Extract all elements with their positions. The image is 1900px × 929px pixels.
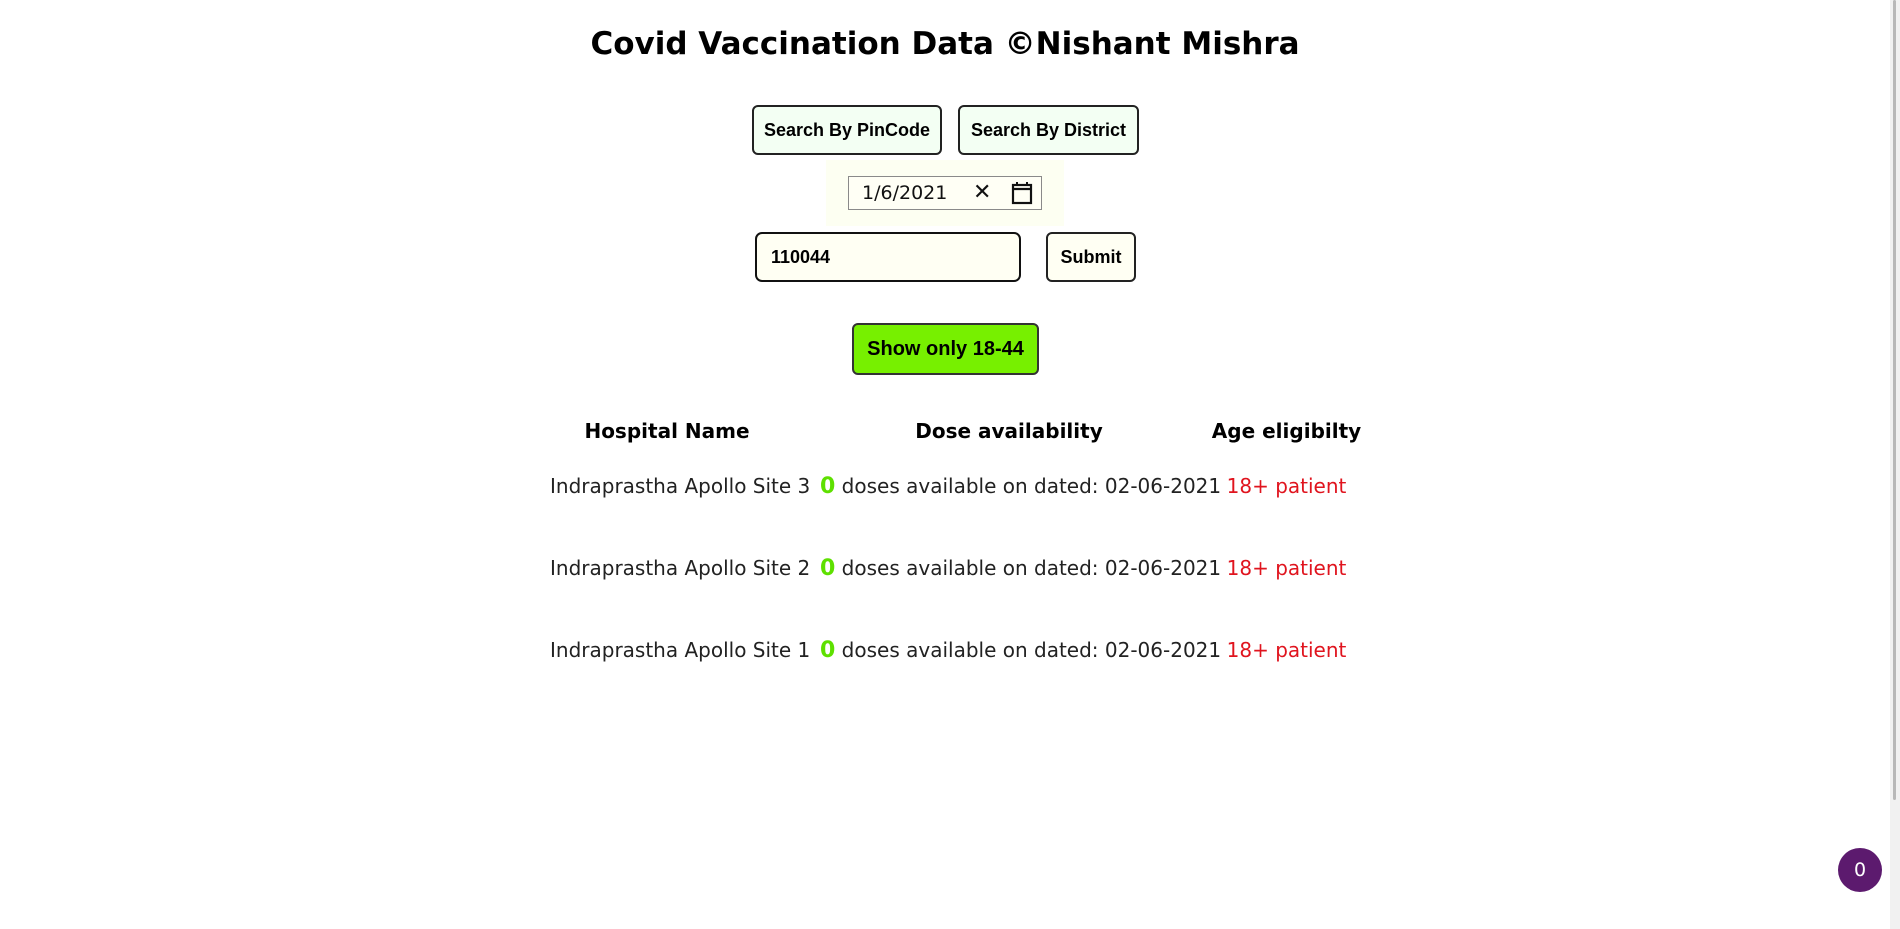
- page: Covid Vaccination Data ©Nishant Mishra S…: [0, 0, 1900, 929]
- dose-count: 0: [820, 474, 836, 499]
- dose-availability: 0 doses available on dated: 02-06-2021: [820, 474, 1221, 499]
- table-row: Indraprastha Apollo Site 1 0 doses avail…: [0, 638, 1900, 678]
- dose-text: doses available on dated: 02-06-2021: [841, 474, 1222, 498]
- submit-button[interactable]: Submit: [1046, 232, 1136, 282]
- dose-availability: 0 doses available on dated: 02-06-2021: [820, 556, 1221, 581]
- show-18-44-filter-button[interactable]: Show only 18-44: [852, 323, 1039, 375]
- hospital-name: Indraprastha Apollo Site 3: [550, 474, 811, 498]
- header-dose-availability: Dose availability: [915, 419, 1103, 443]
- page-title: Covid Vaccination Data ©Nishant Mishra: [590, 26, 1300, 62]
- hospital-name: Indraprastha Apollo Site 2: [550, 556, 811, 580]
- table-row: Indraprastha Apollo Site 3 0 doses avail…: [0, 474, 1900, 514]
- dose-text: doses available on dated: 02-06-2021: [841, 638, 1222, 662]
- scrollbar-thumb[interactable]: [1893, 0, 1896, 800]
- dose-availability: 0 doses available on dated: 02-06-2021: [820, 638, 1221, 663]
- hospital-name: Indraprastha Apollo Site 1: [550, 638, 811, 662]
- dose-text: doses available on dated: 02-06-2021: [841, 556, 1222, 580]
- search-by-pincode-button[interactable]: Search By PinCode: [752, 105, 942, 155]
- header-age-eligibility: Age eligibilty: [1211, 419, 1362, 443]
- age-eligibility: 18+ patient: [1226, 638, 1347, 662]
- table-row: Indraprastha Apollo Site 2 0 doses avail…: [0, 556, 1900, 596]
- age-eligibility: 18+ patient: [1226, 474, 1347, 498]
- age-eligibility: 18+ patient: [1226, 556, 1347, 580]
- dose-count: 0: [820, 556, 836, 581]
- close-icon[interactable]: ✕: [973, 180, 991, 206]
- dose-count: 0: [820, 638, 836, 663]
- header-hospital-name: Hospital Name: [584, 419, 750, 443]
- calendar-icon[interactable]: [1011, 181, 1033, 210]
- pincode-input[interactable]: [755, 232, 1021, 282]
- date-field[interactable]: 1/6/2021 ✕: [848, 176, 1042, 210]
- notification-badge[interactable]: 0: [1838, 848, 1882, 892]
- date-value[interactable]: 1/6/2021: [862, 182, 962, 204]
- search-by-district-button[interactable]: Search By District: [958, 105, 1139, 155]
